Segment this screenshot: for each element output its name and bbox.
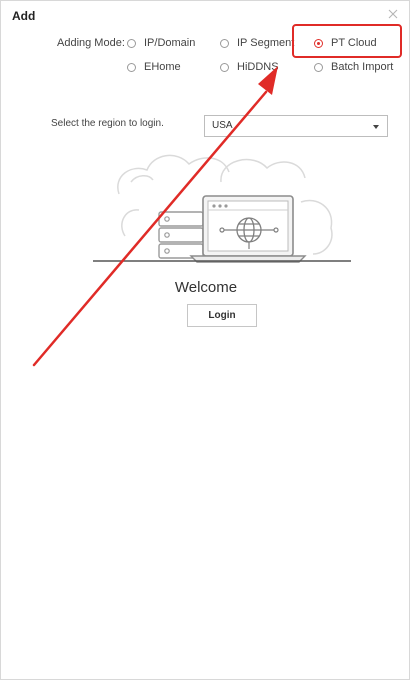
radio-button-icon — [127, 62, 136, 72]
annotation-highlight-box — [292, 24, 402, 58]
radio-batch-import[interactable]: Batch Import — [314, 61, 393, 73]
radio-ehome[interactable]: EHome — [127, 61, 181, 73]
radio-button-icon — [127, 38, 136, 48]
radio-hiddns[interactable]: HiDDNS — [220, 61, 279, 73]
close-icon[interactable] — [386, 7, 400, 21]
dialog-title: Add — [12, 9, 36, 23]
region-select[interactable]: USA — [204, 115, 388, 137]
login-button[interactable]: Login — [187, 304, 257, 327]
radio-label: Batch Import — [331, 61, 394, 73]
radio-label: IP Segment — [237, 37, 295, 49]
radio-label: IP/Domain — [144, 37, 196, 49]
radio-button-icon — [314, 62, 323, 72]
radio-button-icon — [220, 38, 229, 48]
region-label: Select the region to login. — [51, 118, 164, 129]
chevron-down-icon — [373, 125, 379, 129]
radio-button-icon — [220, 62, 229, 72]
radio-label: HiDDNS — [237, 61, 279, 73]
adding-mode-label: Adding Mode: — [57, 37, 125, 49]
radio-ip-segment[interactable]: IP Segment — [220, 37, 294, 49]
radio-label: EHome — [144, 61, 181, 73]
cloud-server-laptop-illustration — [93, 154, 351, 263]
region-value: USA — [212, 120, 233, 131]
welcome-heading: Welcome — [174, 279, 238, 296]
radio-ip-domain[interactable]: IP/Domain — [127, 37, 195, 49]
add-device-dialog: Add Adding Mode: IP/Domain IP Segment PT… — [0, 0, 410, 680]
